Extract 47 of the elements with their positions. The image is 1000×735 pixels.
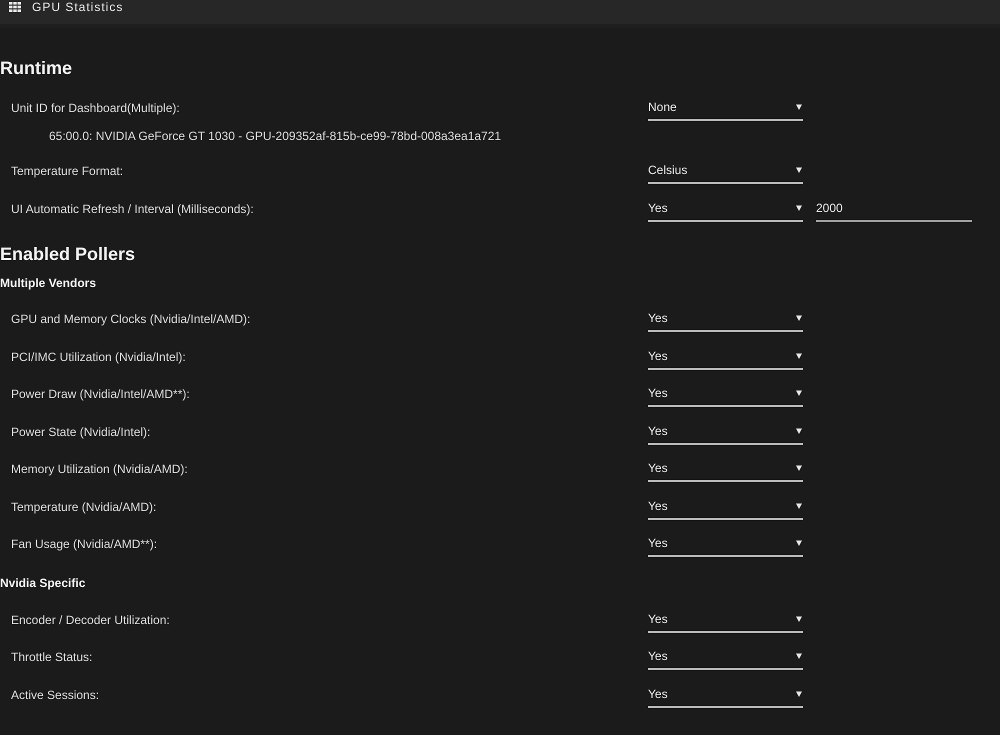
setting-label: Temperature Format: [11,163,124,180]
caret-icon [796,540,802,546]
caret-icon [796,616,802,622]
group-heading: Multiple Vendors [0,274,98,290]
dropdown[interactable]: Yes [648,531,803,558]
grid-icon [9,2,21,12]
setting-label: Unit ID for Dashboard(Multiple): [11,100,180,116]
caret-icon [796,390,802,396]
caret-icon [796,315,802,322]
dropdown[interactable]: Yes [648,306,803,332]
dropdown[interactable]: Celsius [648,158,803,184]
group-heading: Nvidia Specific [0,575,86,591]
dropdown[interactable]: Yes [648,381,803,408]
setting-label: Fan Usage (Nvidia/AMD**): [11,536,158,552]
setting-label: Memory Utilization (Nvidia/AMD): [11,461,188,478]
interval-field[interactable]: 2000 [816,196,972,222]
window-title: GPU Statistics [32,0,124,14]
dropdown[interactable]: Yes [648,418,803,445]
dropdown[interactable]: Yes [648,644,803,670]
unit-id-text: 65:00.0: NVIDIA GeForce GT 1030 - GPU-209352af-815b-ce99-78bd-008a3ea1a721 [49,128,502,142]
dropdown[interactable]: Yes [648,344,803,370]
caret-icon [796,690,802,697]
setting-label: UI Automatic Refresh / Interval (Milliseconds): [11,200,254,217]
caret-icon [796,465,802,472]
caret-icon [796,428,802,434]
caret-icon [796,167,802,174]
setting-label: Power State (Nvidia/Intel): [11,424,150,440]
section-heading: Enabled Pollers [0,242,136,266]
setting-label: Power Draw (Nvidia/Intel/AMD**): [11,386,190,402]
setting-label: PCI/IMC Utilization (Nvidia/Intel): [11,348,186,365]
caret-icon [796,104,802,110]
dropdown[interactable]: Yes [648,682,803,708]
caret-icon [796,352,802,359]
setting-label: Active Sessions: [11,686,100,703]
setting-label: Encoder / Decoder Utilization: [11,612,170,628]
dropdown[interactable]: Yes [648,606,803,633]
dropdown[interactable]: None [648,94,803,121]
caret-icon [796,653,802,660]
setting-label: Temperature (Nvidia/AMD): [11,498,156,515]
caret-icon [796,502,802,509]
dropdown[interactable]: Yes [648,456,803,482]
caret-icon [796,204,802,211]
dropdown[interactable]: Yes [648,196,803,222]
setting-label: GPU and Memory Clocks (Nvidia/Intel/AMD): [11,311,250,328]
setting-label: Throttle Status: [11,649,92,666]
dropdown[interactable]: Yes [648,494,803,520]
section-heading: Runtime [0,57,73,80]
